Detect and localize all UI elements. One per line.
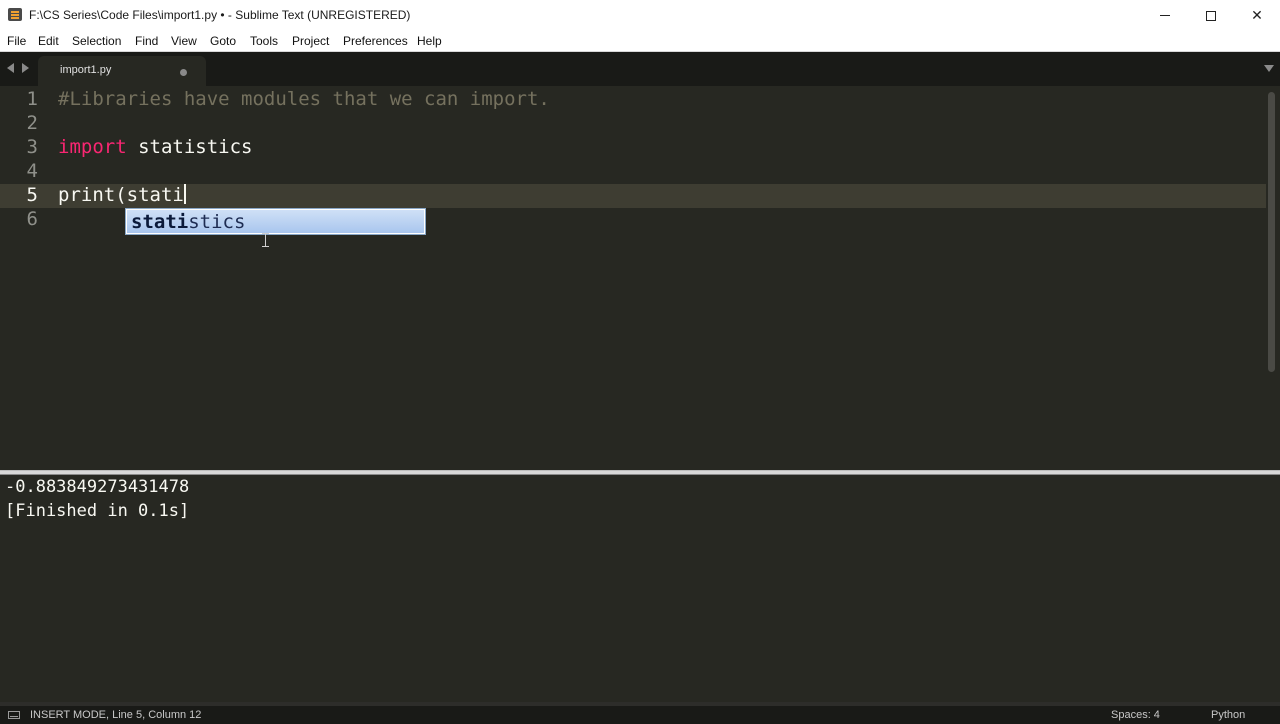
menu-tools[interactable]: Tools — [250, 34, 278, 48]
autocomplete-popup: statistics — [125, 208, 426, 235]
import-keyword: import — [58, 136, 127, 158]
build-output-panel: -0.883849273431478 [Finished in 0.1s] — [0, 475, 1280, 697]
current-line-highlight — [0, 184, 1266, 208]
line-number: 6 — [26, 208, 38, 230]
output-line: -0.883849273431478 — [5, 477, 190, 497]
minimize-icon — [1160, 15, 1170, 16]
comment-text: #Libraries have modules that we can impo… — [58, 88, 550, 110]
menu-file[interactable]: File — [7, 34, 26, 48]
tab-nav-left-icon[interactable] — [7, 63, 14, 73]
close-icon: ✕ — [1251, 7, 1263, 23]
editor-scrollbar[interactable] — [1268, 92, 1275, 372]
close-button[interactable]: ✕ — [1234, 0, 1280, 31]
menu-goto[interactable]: Goto — [210, 34, 236, 48]
autocomplete-item-label: statistics — [131, 211, 245, 233]
output-line: [Finished in 0.1s] — [5, 501, 190, 521]
autocomplete-rest: stics — [188, 211, 246, 233]
print-args: (stati — [115, 184, 184, 206]
tab-list-dropdown-icon[interactable] — [1264, 65, 1274, 72]
print-function: print — [58, 184, 116, 206]
menu-edit[interactable]: Edit — [38, 34, 59, 48]
autocomplete-typed: stati — [131, 211, 189, 233]
sublime-app-icon — [8, 8, 22, 21]
title-bar: F:\CS Series\Code Files\import1.py • - S… — [0, 0, 1280, 32]
menu-selection[interactable]: Selection — [72, 34, 121, 48]
line-number: 2 — [26, 112, 38, 134]
status-mode: INSERT MODE, Line 5, Column 12 — [30, 709, 202, 721]
menu-view[interactable]: View — [171, 34, 197, 48]
status-syntax[interactable]: Python — [1211, 709, 1245, 721]
window-title: F:\CS Series\Code Files\import1.py • - S… — [29, 8, 411, 22]
code-line-1: #Libraries have modules that we can impo… — [58, 88, 550, 110]
line-number: 3 — [26, 136, 38, 158]
menu-bar: File Edit Selection Find View Goto Tools… — [0, 31, 1280, 52]
menu-help[interactable]: Help — [417, 34, 442, 48]
line-number: 1 — [26, 88, 38, 110]
import-module-name: statistics — [126, 136, 253, 158]
line-number-current: 5 — [26, 184, 38, 206]
code-line-5: print(stati — [58, 184, 186, 206]
tab-label: import1.py — [60, 64, 112, 76]
tab-bar: import1.py — [0, 52, 1280, 86]
code-line-3: import statistics — [58, 136, 252, 158]
panel-toggle-icon[interactable] — [8, 711, 20, 719]
menu-project[interactable]: Project — [292, 34, 329, 48]
minimize-button[interactable] — [1142, 0, 1188, 31]
line-number: 4 — [26, 160, 38, 182]
text-cursor — [183, 184, 186, 204]
tab-import1-py[interactable]: import1.py — [38, 56, 206, 86]
menu-find[interactable]: Find — [135, 34, 158, 48]
tab-nav-right-icon[interactable] — [22, 63, 29, 73]
code-editor[interactable]: 1 2 3 4 5 6 #Libraries have modules that… — [0, 86, 1280, 470]
status-indentation[interactable]: Spaces: 4 — [1111, 709, 1160, 721]
menu-preferences[interactable]: Preferences — [343, 34, 408, 48]
status-bar: INSERT MODE, Line 5, Column 12 Spaces: 4… — [0, 702, 1280, 724]
ibeam-cursor-icon — [262, 232, 269, 248]
autocomplete-item-statistics[interactable]: statistics — [127, 210, 424, 233]
maximize-icon — [1206, 10, 1216, 21]
unsaved-dot-icon[interactable] — [180, 69, 187, 76]
maximize-button[interactable] — [1188, 0, 1234, 31]
